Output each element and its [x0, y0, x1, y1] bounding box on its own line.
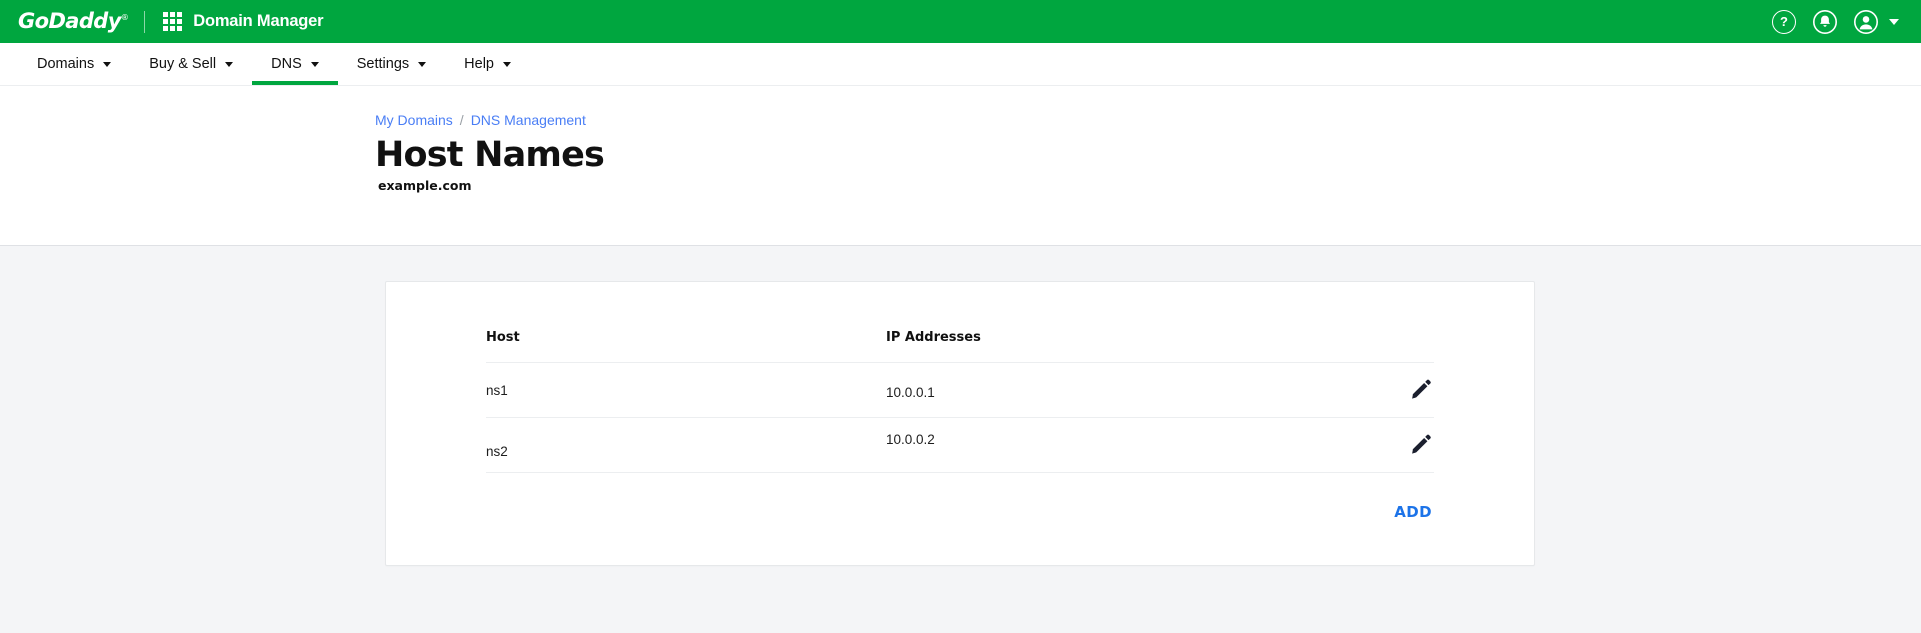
- pencil-edit-icon: [1410, 433, 1432, 458]
- page-header: My Domains / DNS Management Host Names e…: [0, 86, 1921, 246]
- cell-ip-ns1: 10.0.0.1: [886, 362, 1374, 418]
- host-names-table: Host IP Addresses ns1 10.0.0.1 ns2 10.0.…: [486, 330, 1434, 473]
- breadcrumb-item-dns-management[interactable]: DNS Management: [471, 112, 586, 128]
- add-host-button[interactable]: ADD: [1392, 499, 1434, 525]
- godaddy-logo-trademark: ®: [120, 13, 129, 22]
- brand-divider: [144, 10, 146, 33]
- breadcrumb-separator: /: [459, 112, 464, 128]
- chevron-down-icon: [502, 61, 511, 67]
- godaddy-logo[interactable]: GoDaddy®: [18, 9, 129, 33]
- page-title: Host Names: [375, 135, 605, 175]
- column-header-actions: [1374, 330, 1434, 363]
- notifications-bell-icon[interactable]: [1813, 9, 1837, 34]
- chevron-down-icon: [103, 61, 112, 67]
- table-row: ns1 10.0.0.1: [486, 362, 1434, 418]
- table-row: ns2 10.0.0.2: [486, 417, 1434, 473]
- nav-label-help: Help: [464, 56, 494, 72]
- help-icon[interactable]: ?: [1772, 9, 1796, 34]
- chevron-down-icon: [418, 61, 427, 67]
- edit-host-button-ns1[interactable]: [1408, 377, 1434, 403]
- app-grid-icon[interactable]: [163, 12, 183, 31]
- top-brand-bar: GoDaddy® Domain Manager ?: [0, 0, 1921, 43]
- page-content: Host IP Addresses ns1 10.0.0.1 ns2 10.0.…: [0, 246, 1921, 566]
- brand-bar-actions: ?: [1772, 9, 1899, 34]
- table-header: Host IP Addresses: [486, 330, 1434, 363]
- card-footer: ADD: [486, 473, 1434, 525]
- table-header-row: Host IP Addresses: [486, 330, 1434, 363]
- nav-label-dns: DNS: [271, 56, 302, 72]
- cell-actions-ns2: [1374, 417, 1434, 473]
- godaddy-logo-text: GoDaddy: [18, 9, 121, 33]
- nav-item-help[interactable]: Help: [445, 43, 530, 85]
- nav-item-domains[interactable]: Domains: [18, 43, 130, 85]
- cell-ip-ns2: 10.0.0.2: [886, 417, 1374, 473]
- app-title: Domain Manager: [193, 12, 324, 30]
- nav-item-buy-and-sell[interactable]: Buy & Sell: [130, 43, 252, 85]
- page-subtitle-domain: example.com: [378, 178, 472, 194]
- nav-item-settings[interactable]: Settings: [338, 43, 445, 85]
- account-chevron-down-icon[interactable]: [1889, 18, 1899, 25]
- cell-host-ns1: ns1: [486, 362, 886, 418]
- column-header-ip-addresses: IP Addresses: [886, 330, 1374, 363]
- nav-label-buy-and-sell: Buy & Sell: [149, 56, 217, 72]
- nav-label-domains: Domains: [37, 56, 95, 72]
- nav-label-settings: Settings: [356, 56, 410, 72]
- chevron-down-icon: [310, 61, 319, 67]
- cell-host-ns2: ns2: [486, 417, 886, 473]
- cell-actions-ns1: [1374, 362, 1434, 418]
- breadcrumb: My Domains / DNS Management: [375, 112, 1921, 128]
- edit-host-button-ns2[interactable]: [1408, 432, 1434, 458]
- column-header-host: Host: [486, 330, 886, 363]
- pencil-edit-icon: [1410, 378, 1432, 403]
- chevron-down-icon: [225, 61, 234, 67]
- user-avatar-icon[interactable]: [1854, 9, 1878, 34]
- breadcrumb-item-my-domains[interactable]: My Domains: [375, 112, 453, 128]
- main-navigation: Domains Buy & Sell DNS Settings Help: [0, 43, 1921, 86]
- nav-item-dns[interactable]: DNS: [252, 43, 338, 85]
- table-body: ns1 10.0.0.1 ns2 10.0.0.2: [486, 362, 1434, 473]
- host-names-card: Host IP Addresses ns1 10.0.0.1 ns2 10.0.…: [385, 281, 1535, 566]
